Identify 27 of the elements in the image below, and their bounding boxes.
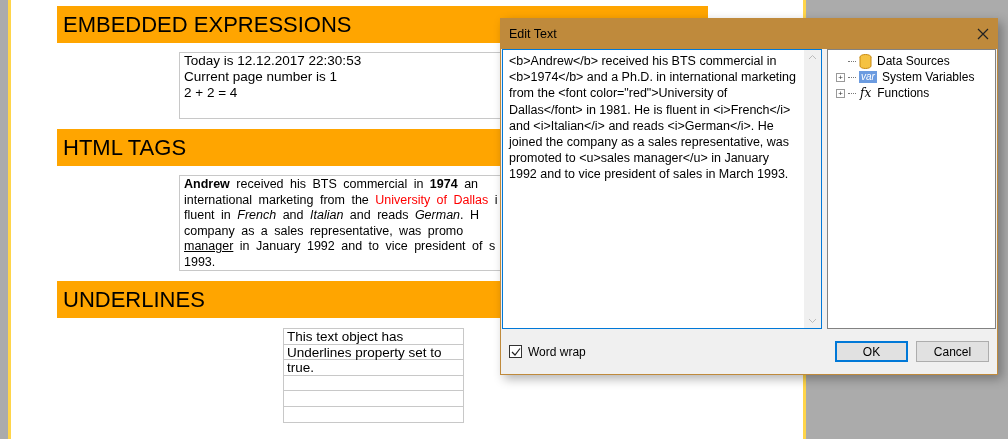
text-line: international marketing from the University of Dallas i: [184, 192, 499, 208]
dialog-button[interactable]: Cancel: [916, 341, 989, 362]
text-editor[interactable]: [502, 49, 822, 329]
variable-icon: var: [859, 71, 877, 83]
text-line: Andrew received his BTS commercial in 1974 an: [184, 177, 480, 193]
text-line: fluent in French and Italian and reads German. H: [184, 208, 481, 224]
text-line: manager in January 1992 and to vice president of s: [184, 239, 497, 255]
text-line: 1993.: [184, 254, 217, 270]
tree-item[interactable]: Functions: [877, 84, 930, 102]
checkbox[interactable]: [509, 345, 522, 358]
text-line: 2 + 2 = 4: [184, 85, 238, 101]
database-icon: [859, 53, 872, 69]
checkbox-label: Word wrap: [528, 343, 586, 361]
dialog-title: Edit Text: [509, 25, 557, 43]
text-line: This text object has: [287, 329, 404, 344]
text-line: company as a sales representative, was promo: [184, 223, 465, 239]
tree-item[interactable]: Data Sources: [877, 52, 950, 70]
text-line: true.: [287, 360, 314, 375]
tree-item[interactable]: System Variables: [881, 68, 975, 86]
close-icon[interactable]: [977, 28, 989, 40]
text-line: Current page number is 1: [184, 69, 338, 85]
expand-icon[interactable]: +: [836, 88, 845, 98]
text-line: Underlines property set to: [287, 344, 442, 360]
dialog-button[interactable]: OK: [835, 341, 908, 362]
function-icon: fx: [859, 87, 873, 99]
expand-icon[interactable]: +: [836, 72, 845, 82]
text-line: Today is 12.12.2017 22:30:53: [184, 53, 362, 69]
